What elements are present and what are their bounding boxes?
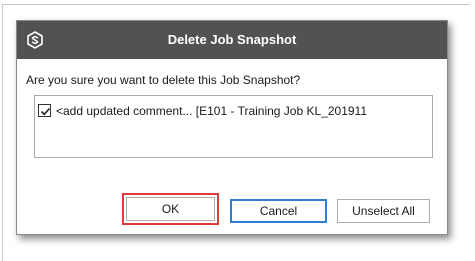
snapshot-label: <add updated comment... [E101 - Training… [56, 104, 367, 118]
confirmation-prompt: Are you sure you want to delete this Job… [26, 73, 301, 87]
dialog-titlebar: Delete Job Snapshot [17, 21, 447, 59]
background-window-edge [2, 4, 470, 5]
cancel-button[interactable]: Cancel [230, 199, 327, 223]
checkmark-icon [40, 107, 51, 116]
snapshot-list: <add updated comment... [E101 - Training… [34, 95, 433, 158]
unselect-all-button[interactable]: Unselect All [337, 199, 430, 223]
ok-button-label: OK [126, 197, 215, 221]
snapshot-checkbox[interactable] [38, 104, 51, 117]
delete-job-snapshot-dialog: Delete Job Snapshot Are you sure you wan… [16, 20, 448, 235]
screenshot-canvas: Delete Job Snapshot Are you sure you wan… [0, 0, 475, 261]
background-window-edge-left [2, 4, 3, 261]
dialog-title: Delete Job Snapshot [167, 32, 297, 47]
ok-button[interactable]: OK [122, 193, 219, 225]
